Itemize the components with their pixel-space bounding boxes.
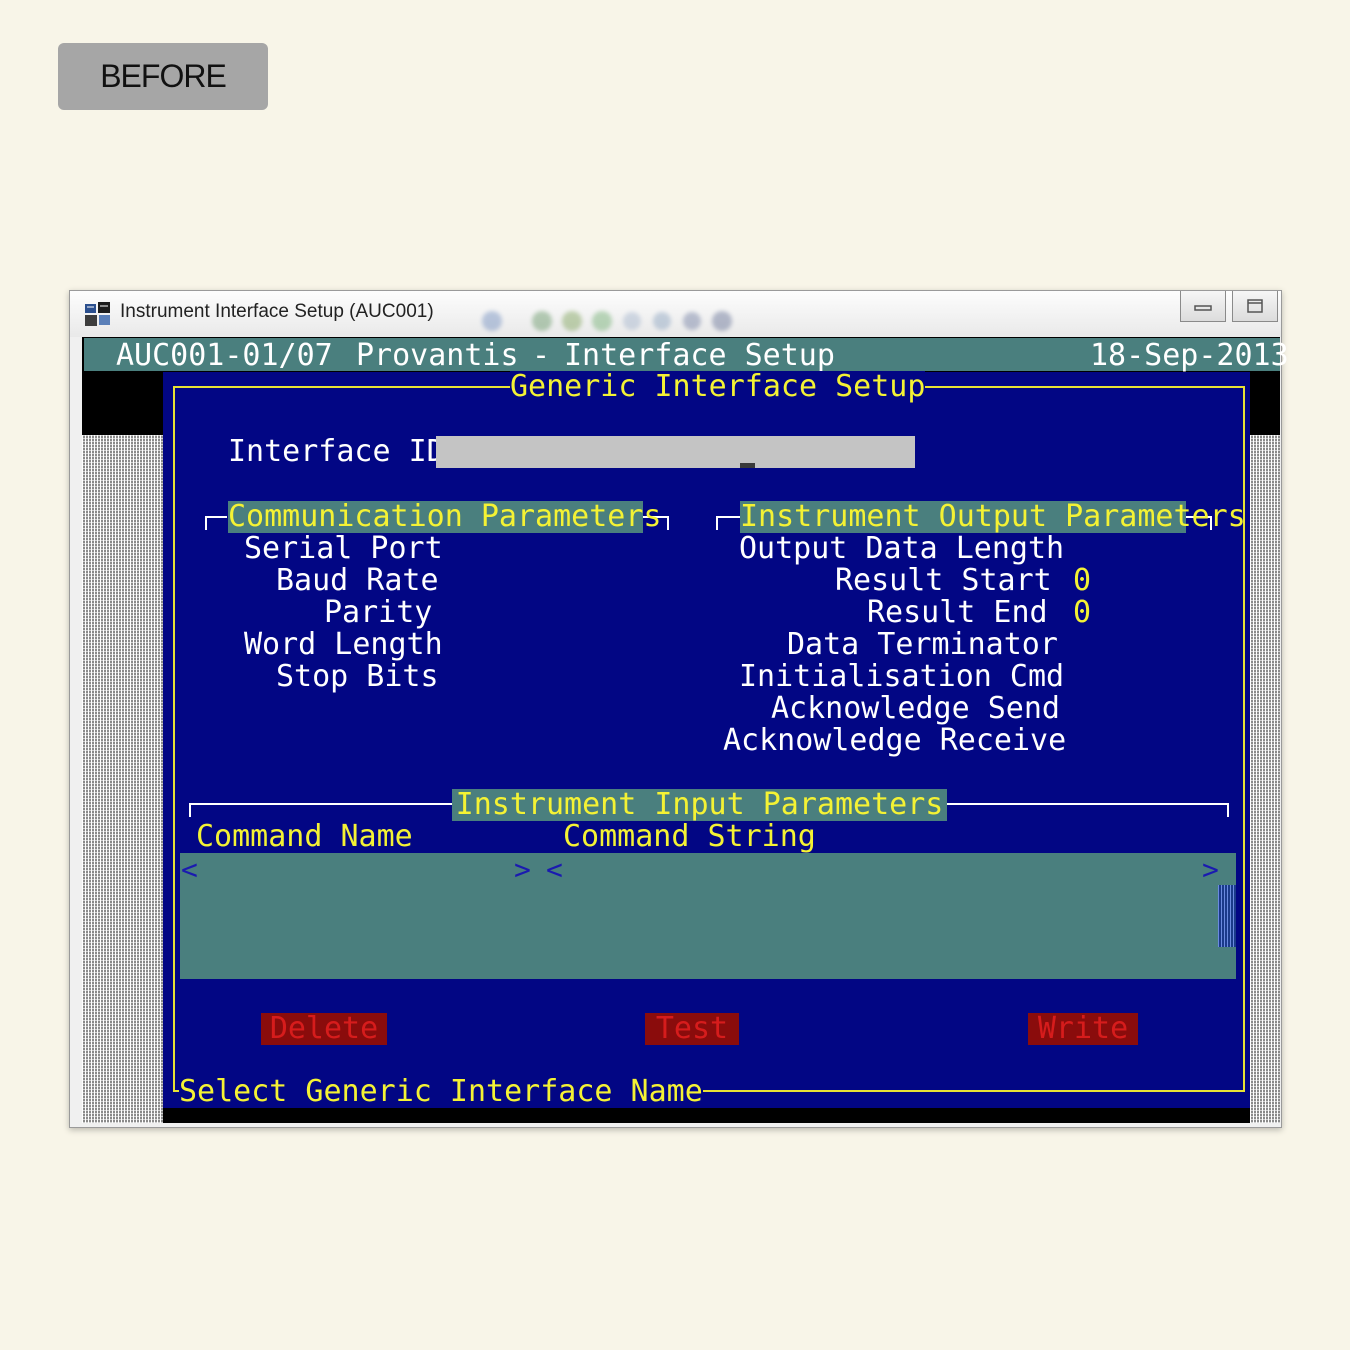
result-end-value[interactable]: 0 [1073,597,1091,629]
output-title: Instrument Output Parameters [740,499,1246,534]
before-badge: BEFORE [58,43,268,110]
string-scroll-right-arrow[interactable]: > [1202,855,1219,885]
communication-title: Communication Parameters [228,499,662,534]
serial-port-label: Serial Port [244,531,443,566]
list-scrollbar[interactable] [1218,885,1236,947]
left-dither-margin [82,435,163,1123]
window-titlebar[interactable]: Instrument Interface Setup (AUC001) [70,291,1281,337]
acknowledge-receive-label: Acknowledge Receive [723,723,1067,758]
comm-frame-right-tick [667,516,669,530]
setup-screen: Generic Interface Setup Select Generic I… [163,369,1250,1109]
interface-id-input[interactable] [436,436,915,468]
status-text: Select Generic Interface Name [179,1074,703,1109]
test-button[interactable]: Test [645,1013,739,1045]
input-frame-right-tick [1227,803,1229,817]
write-button[interactable]: Write [1028,1013,1138,1045]
header-date: 18-Sep-2013 [1090,338,1289,373]
name-scroll-right-arrow[interactable]: > [514,855,531,885]
app-grid-icon [85,302,110,326]
maximize-icon [1247,299,1263,313]
interface-id-label: Interface ID [228,434,445,469]
output-data-length-label: Output Data Length [739,531,1065,566]
result-end-label: Result End [867,595,1048,630]
acknowledge-send-label: Acknowledge Send [771,691,1060,726]
command-string-header: Command String [563,819,816,854]
output-frame-left-tick [716,516,718,530]
initialisation-cmd-label: Initialisation Cmd [739,659,1065,694]
screen-id: AUC001-01/07 [116,338,333,373]
panel-title: Generic Interface Setup [510,369,926,404]
input-params-title: Instrument Input Parameters [452,789,947,821]
window-title: Instrument Interface Setup (AUC001) [120,301,434,322]
baud-rate-label: Baud Rate [276,563,439,598]
maximize-button[interactable] [1232,291,1278,322]
result-start-value[interactable]: 0 [1073,565,1091,597]
minimize-icon [1194,305,1212,311]
comm-frame-left [205,516,227,518]
panel-frame [173,386,1245,1092]
comm-frame-left-tick [205,516,207,530]
output-frame-left [716,516,740,518]
stop-bits-label: Stop Bits [276,659,439,694]
right-dither-margin [1250,435,1280,1123]
result-start-label: Result Start [835,563,1052,598]
toolbar-icons-blurred [482,311,732,331]
command-name-header: Command Name [196,819,413,854]
minimize-button[interactable] [1180,291,1226,322]
string-scroll-left-arrow[interactable]: < [546,855,563,885]
input-frame-left [189,803,453,805]
header-bar: AUC001-01/07 Provantis - Interface Setup… [84,338,1289,373]
terminal-content: AUC001-01/07 Provantis - Interface Setup… [82,337,1289,1123]
window-controls [1180,291,1280,323]
app-window: Instrument Interface Setup (AUC001) AUC0… [69,290,1289,1128]
input-frame-right [947,803,1229,805]
parity-label: Parity [324,595,433,630]
app-name: Provantis [356,338,519,373]
text-cursor [740,463,755,468]
word-length-label: Word Length [244,627,443,662]
delete-button[interactable]: Delete [261,1013,387,1045]
input-frame-left-tick [189,803,191,817]
name-scroll-left-arrow[interactable]: < [181,855,198,885]
command-list[interactable]: < > < > [180,853,1236,979]
data-terminator-label: Data Terminator [787,627,1058,662]
